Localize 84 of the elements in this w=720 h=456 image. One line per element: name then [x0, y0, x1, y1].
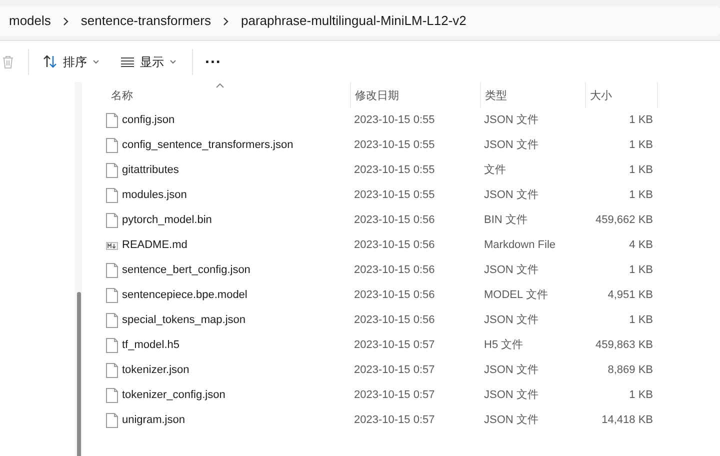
- modified-date: 2023-10-15 0:56: [353, 213, 436, 228]
- file-size: 4 KB: [629, 238, 653, 254]
- file-type: MODEL 文件: [483, 288, 549, 304]
- file-size: 14,418 KB: [602, 413, 653, 428]
- file-icon: [106, 188, 118, 203]
- file-name[interactable]: config.json: [122, 112, 175, 129]
- breadcrumb-item[interactable]: paraphrase-multilingual-MiniLM-L12-v2: [240, 11, 466, 31]
- file-name[interactable]: README.md: [122, 237, 188, 254]
- file-name[interactable]: config_sentence_transformers.json: [122, 137, 294, 154]
- file-type: JSON 文件: [483, 112, 540, 128]
- list-icon: [121, 56, 134, 66]
- modified-date: 2023-10-15 0:56: [353, 313, 436, 328]
- file-icon: [106, 413, 118, 428]
- file-icon: [106, 213, 118, 228]
- file-size: 4,951 KB: [608, 288, 653, 304]
- file-type: H5 文件: [483, 338, 524, 354]
- modified-date: 2023-10-15 0:57: [353, 413, 436, 428]
- file-type: JSON 文件: [483, 388, 540, 404]
- file-size: 1 KB: [629, 263, 653, 278]
- file-name[interactable]: modules.json: [122, 187, 187, 204]
- column-header[interactable]: 修改日期: [351, 86, 399, 104]
- file-icon: [106, 138, 118, 153]
- column-header[interactable]: 类型: [481, 86, 507, 104]
- file-name[interactable]: tf_model.h5: [122, 337, 180, 354]
- file-type: BIN 文件: [483, 212, 528, 228]
- file-size: 1 KB: [629, 313, 653, 328]
- view-button[interactable]: 显示: [119, 48, 178, 76]
- file-name[interactable]: pytorch_model.bin: [122, 212, 212, 229]
- sort-icon: [43, 55, 57, 68]
- modified-date: 2023-10-15 0:55: [353, 188, 436, 204]
- chevron-right-icon: [222, 16, 229, 26]
- address-bar[interactable]: models sentence-transformers paraphrase-multilingual-MiniLM-L12-v2: [0, 6, 720, 36]
- file-type: JSON 文件: [483, 262, 540, 278]
- modified-date: 2023-10-15 0:57: [353, 363, 436, 378]
- file-name[interactable]: sentencepiece.bpe.model: [122, 287, 248, 304]
- file-type: JSON 文件: [483, 138, 540, 154]
- file-size: 1 KB: [629, 138, 653, 154]
- file-size: 8,869 KB: [608, 363, 653, 378]
- file-size: 1 KB: [629, 163, 653, 178]
- modified-date: 2023-10-15 0:56: [353, 238, 436, 254]
- file-icon: [106, 313, 118, 328]
- file-size: 459,863 KB: [596, 338, 653, 354]
- file-icon: [106, 263, 118, 278]
- file-type: Markdown File: [483, 238, 557, 254]
- file-icon: [106, 163, 118, 178]
- file-name[interactable]: special_tokens_map.json: [122, 312, 246, 329]
- column-header[interactable]: 大小: [586, 86, 612, 104]
- file-name[interactable]: gitattributes: [122, 162, 179, 179]
- breadcrumb-item[interactable]: sentence-transformers: [80, 11, 211, 31]
- file-size: 1 KB: [629, 388, 653, 404]
- file-name[interactable]: tokenizer.json: [122, 362, 190, 379]
- markdown-file-icon: [106, 240, 118, 252]
- column-header[interactable]: 名称: [103, 86, 133, 104]
- modified-date: 2023-10-15 0:56: [353, 263, 436, 278]
- file-icon: [106, 113, 118, 128]
- sort-button[interactable]: 排序: [41, 48, 101, 76]
- chevron-down-icon: [170, 60, 176, 64]
- file-icon: [106, 363, 118, 378]
- modified-date: 2023-10-15 0:55: [353, 163, 436, 178]
- breadcrumb-item[interactable]: models: [9, 11, 51, 31]
- file-type: JSON 文件: [483, 312, 540, 328]
- modified-date: 2023-10-15 0:55: [353, 113, 436, 128]
- modified-date: 2023-10-15 0:55: [353, 138, 436, 154]
- chevron-down-icon: [93, 60, 99, 64]
- file-name[interactable]: tokenizer_config.json: [122, 387, 226, 404]
- file-name[interactable]: sentence_bert_config.json: [122, 262, 250, 279]
- file-type: 文件: [483, 162, 507, 178]
- scrollbar-thumb[interactable]: [76, 292, 80, 456]
- modified-date: 2023-10-15 0:57: [353, 388, 436, 404]
- file-icon: [106, 388, 118, 403]
- more-button[interactable]: ...: [205, 50, 222, 72]
- trash-icon[interactable]: [2, 54, 14, 68]
- file-type: JSON 文件: [483, 412, 540, 428]
- file-name[interactable]: unigram.json: [122, 412, 185, 429]
- modified-date: 2023-10-15 0:56: [353, 288, 436, 304]
- file-icon: [106, 288, 118, 303]
- file-icon: [106, 338, 118, 353]
- file-type: JSON 文件: [483, 362, 540, 378]
- modified-date: 2023-10-15 0:57: [353, 338, 436, 354]
- file-size: 1 KB: [629, 188, 653, 204]
- file-size: 459,662 KB: [596, 213, 653, 228]
- chevron-right-icon: [62, 16, 69, 26]
- file-type: JSON 文件: [483, 188, 540, 204]
- file-size: 1 KB: [629, 113, 653, 128]
